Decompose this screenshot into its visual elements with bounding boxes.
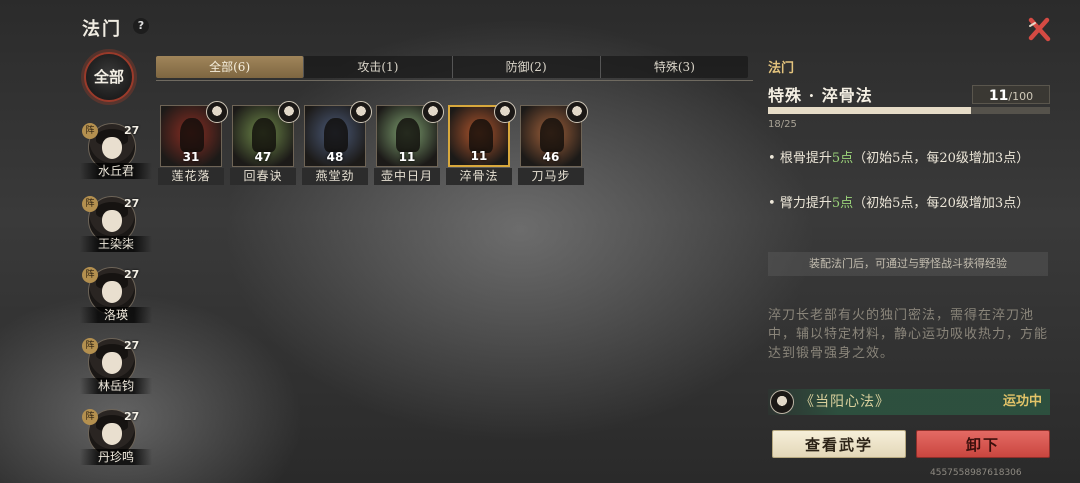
character-level: 27 bbox=[124, 339, 140, 352]
exp-text: 18/25 bbox=[768, 119, 797, 130]
skill-card[interactable]: 11 淬骨法 bbox=[446, 101, 516, 185]
skill-card[interactable]: 46 刀马步 bbox=[518, 101, 588, 185]
tab-defense[interactable]: 防御(2) bbox=[453, 56, 601, 78]
cultivation-bar[interactable]: 《当阳心法》 运功中 bbox=[768, 389, 1050, 415]
formation-badge: 阵 bbox=[82, 409, 98, 425]
character-name: 王染柒 bbox=[80, 236, 152, 252]
avatar bbox=[770, 390, 794, 414]
character-level: 27 bbox=[124, 197, 140, 210]
effect-line: • 臂力提升5点（初始5点，每20级增加3点） bbox=[768, 196, 1030, 211]
skill-title: 特殊 · 淬骨法 bbox=[768, 86, 873, 105]
tab-all[interactable]: 全部(6) bbox=[156, 56, 305, 78]
view-martial-arts-button[interactable]: 查看武学 bbox=[772, 430, 906, 458]
detail-heading: 法门 bbox=[768, 61, 795, 76]
skill-count: 48 bbox=[326, 150, 344, 164]
avatar bbox=[206, 101, 228, 123]
unequip-button[interactable]: 卸下 bbox=[916, 430, 1050, 458]
skill-count: 31 bbox=[182, 150, 200, 164]
character-name: 林岳钧 bbox=[80, 378, 152, 394]
character-slot[interactable]: 阵 27 王染柒 bbox=[80, 196, 152, 262]
character-level: 27 bbox=[124, 124, 140, 137]
skill-description: 淬刀长老部有火的独门密法，需得在淬刀池中，辅以特定材料，静心运功吸收热力，方能达… bbox=[768, 308, 1049, 361]
skill-card[interactable]: 47 回春诀 bbox=[230, 101, 300, 185]
formation-badge: 阵 bbox=[82, 196, 98, 212]
skill-name: 淬骨法 bbox=[446, 168, 512, 185]
character-slot[interactable]: 阵 27 洛瑛 bbox=[80, 267, 152, 333]
formation-badge: 阵 bbox=[82, 267, 98, 283]
skill-count: 47 bbox=[254, 150, 272, 164]
exp-hint: 装配法门后，可通过与野怪战斗获得经验 bbox=[768, 252, 1048, 276]
tabs-divider bbox=[156, 80, 753, 81]
character-name: 水丘君 bbox=[80, 163, 152, 179]
user-id: 4557558987618306 bbox=[930, 468, 1022, 478]
skill-level-max: /100 bbox=[1008, 90, 1034, 103]
skill-name: 莲花落 bbox=[158, 168, 224, 185]
skill-card[interactable]: 31 莲花落 bbox=[158, 101, 228, 185]
skill-name: 燕堂劲 bbox=[302, 168, 368, 185]
character-slot[interactable]: 阵 27 丹珍鸣 bbox=[80, 409, 152, 475]
skill-level: 11/100 bbox=[972, 85, 1050, 104]
skill-card[interactable]: 48 燕堂劲 bbox=[302, 101, 372, 185]
formation-badge: 阵 bbox=[82, 123, 98, 139]
category-tabs: 全部(6) 攻击(1) 防御(2) 特殊(3) bbox=[156, 56, 748, 78]
tab-special[interactable]: 特殊(3) bbox=[601, 56, 748, 78]
avatar bbox=[422, 101, 444, 123]
skill-name: 刀马步 bbox=[518, 168, 584, 185]
help-icon[interactable]: ? bbox=[133, 18, 149, 34]
skill-name: 回春诀 bbox=[230, 168, 296, 185]
avatar bbox=[278, 101, 300, 123]
tab-attack[interactable]: 攻击(1) bbox=[304, 56, 453, 78]
cultivation-status: 运功中 bbox=[1002, 394, 1042, 409]
skill-count: 11 bbox=[470, 149, 488, 163]
skill-name: 壶中日月 bbox=[374, 168, 440, 185]
character-level: 27 bbox=[124, 410, 140, 423]
character-level: 27 bbox=[124, 268, 140, 281]
all-characters-filter[interactable]: 全部 bbox=[84, 52, 134, 102]
effect-line: • 根骨提升5点（初始5点，每20级增加3点） bbox=[768, 151, 1030, 166]
avatar bbox=[566, 101, 588, 123]
skill-count: 46 bbox=[542, 150, 560, 164]
skill-count: 11 bbox=[398, 150, 416, 164]
close-icon[interactable] bbox=[1024, 14, 1054, 44]
character-name: 丹珍鸣 bbox=[80, 449, 152, 465]
character-slot[interactable]: 阵 27 水丘君 bbox=[80, 123, 152, 189]
page-title: 法门 bbox=[82, 19, 122, 40]
formation-badge: 阵 bbox=[82, 338, 98, 354]
avatar bbox=[494, 101, 516, 123]
character-slot[interactable]: 阵 27 林岳钧 bbox=[80, 338, 152, 404]
exp-progress-bar bbox=[768, 107, 1050, 114]
cultivation-method: 《当阳心法》 bbox=[800, 394, 890, 410]
exp-progress-fill bbox=[768, 107, 972, 114]
character-name: 洛瑛 bbox=[80, 307, 152, 323]
avatar bbox=[350, 101, 372, 123]
skill-level-current: 11 bbox=[988, 88, 1009, 104]
skill-card[interactable]: 11 壶中日月 bbox=[374, 101, 444, 185]
